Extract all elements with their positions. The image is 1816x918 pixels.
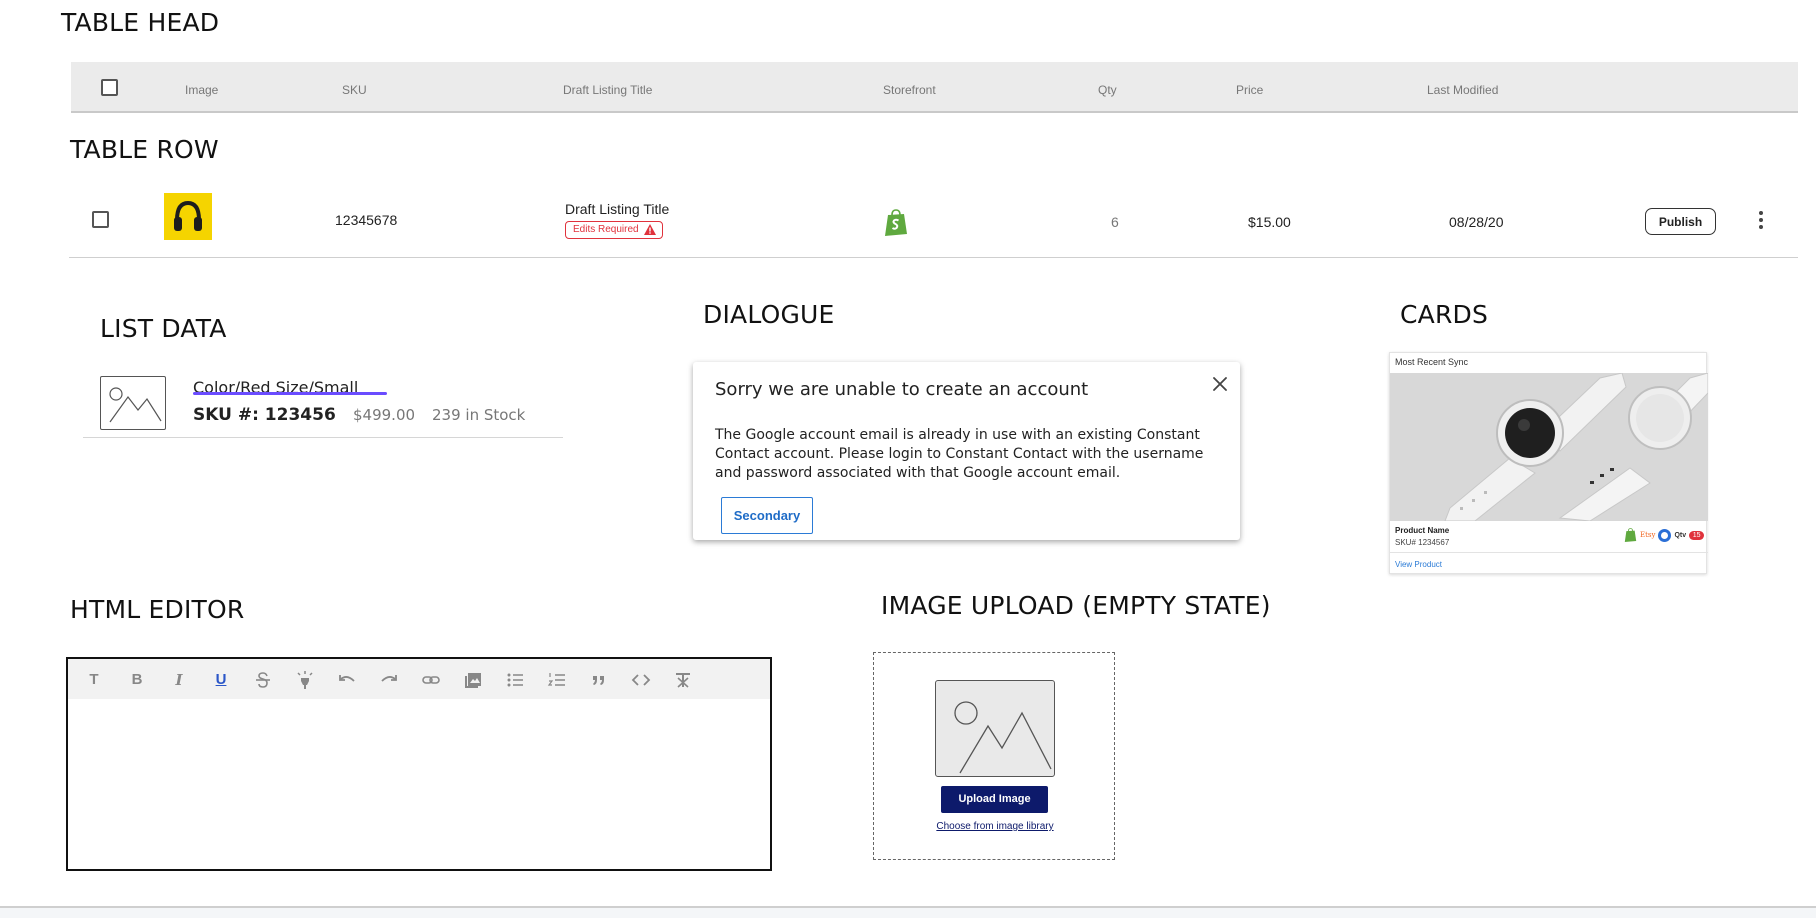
editor-toolbar: T B I U — [68, 659, 770, 699]
table-row[interactable]: 12345678 Draft Listing Title Edits Requi… — [69, 180, 1798, 258]
image-icon[interactable] — [463, 670, 483, 690]
section-title-cards: CARDS — [1400, 300, 1489, 329]
column-header-storefront[interactable]: Storefront — [883, 83, 936, 97]
row-draft-title[interactable]: Draft Listing Title — [565, 201, 669, 217]
more-vertical-icon[interactable] — [1757, 211, 1765, 231]
headphones-thumbnail — [164, 193, 212, 240]
close-icon[interactable] — [1210, 374, 1230, 394]
text-icon[interactable]: T — [84, 670, 104, 690]
bold-icon[interactable]: B — [127, 670, 147, 690]
card-sku: SKU# 1234567 — [1395, 538, 1450, 547]
image-placeholder-icon — [935, 680, 1055, 777]
html-editor: T B I U — [66, 657, 772, 871]
table-head: Image SKU Draft Listing Title Storefront… — [71, 62, 1798, 113]
card-product-name: Product Name — [1395, 526, 1450, 535]
edits-required-label: Edits Required — [573, 224, 639, 235]
strikethrough-icon[interactable] — [253, 670, 273, 690]
underline-icon[interactable]: U — [211, 670, 231, 690]
italic-icon[interactable]: I — [169, 670, 189, 690]
select-all-checkbox[interactable] — [101, 79, 118, 96]
code-icon[interactable] — [631, 670, 651, 690]
column-header-last-modified[interactable]: Last Modified — [1427, 83, 1498, 97]
channel-count-badge: 15 — [1689, 530, 1705, 540]
shopify-icon — [1624, 528, 1637, 542]
row-price: $15.00 — [1248, 214, 1291, 230]
row-last-modified: 08/28/20 — [1449, 214, 1504, 230]
row-qty: 6 — [1111, 214, 1119, 230]
list-item[interactable]: Color/Red Size/Small SKU #: 123456 $499.… — [83, 372, 563, 438]
page-footer-strip — [0, 908, 1816, 918]
image-placeholder-icon — [100, 376, 166, 430]
section-title-html-editor: HTML EDITOR — [70, 595, 245, 624]
publish-button[interactable]: Publish — [1645, 208, 1716, 235]
column-header-title[interactable]: Draft Listing Title — [563, 83, 652, 97]
column-header-price[interactable]: Price — [1236, 83, 1263, 97]
numbered-list-icon[interactable] — [547, 670, 567, 690]
bullet-list-icon[interactable] — [505, 670, 525, 690]
list-sku: SKU #: 123456 — [193, 405, 336, 425]
section-title-table-head: TABLE HEAD — [61, 8, 220, 37]
undo-icon[interactable] — [337, 670, 357, 690]
section-title-list-data: LIST DATA — [100, 314, 227, 343]
quote-icon[interactable] — [589, 670, 609, 690]
highlight-icon[interactable] — [295, 670, 315, 690]
list-stock: 239 in Stock — [432, 406, 526, 424]
product-image — [1390, 373, 1708, 521]
dialog-body: The Google account email is already in u… — [715, 427, 1204, 481]
card-sync-label: Most Recent Sync — [1395, 357, 1469, 367]
upload-image-button[interactable]: Upload Image — [941, 786, 1048, 813]
redo-icon[interactable] — [379, 670, 399, 690]
choose-from-library-link[interactable]: Choose from image library — [874, 821, 1116, 832]
section-title-image-upload: IMAGE UPLOAD (EMPTY STATE) — [881, 591, 1271, 620]
card-divider — [1390, 552, 1708, 553]
image-upload-dropzone[interactable]: Upload Image Choose from image library — [873, 652, 1115, 860]
clear-format-icon[interactable] — [673, 670, 693, 690]
google-ring-icon — [1658, 528, 1672, 542]
view-product-link[interactable]: View Product — [1395, 560, 1442, 569]
column-header-image[interactable]: Image — [185, 83, 218, 97]
product-card[interactable]: Most Recent Sync Product Name SKU# 12345… — [1389, 352, 1708, 574]
section-title-table-row: TABLE ROW — [70, 135, 219, 164]
column-header-sku[interactable]: SKU — [342, 83, 367, 97]
link-icon[interactable] — [421, 670, 441, 690]
qtv-icon: Qtv — [1674, 531, 1687, 539]
shopify-icon — [884, 209, 908, 236]
etsy-icon: Etsy — [1640, 531, 1656, 539]
row-checkbox[interactable] — [92, 211, 109, 228]
dialog: Sorry we are unable to create an account… — [693, 362, 1240, 540]
section-title-dialogue: DIALOGUE — [703, 300, 835, 329]
warning-icon — [644, 224, 656, 235]
editor-content-area[interactable] — [68, 699, 770, 869]
list-price: $499.00 — [353, 406, 416, 424]
dialog-title: Sorry we are unable to create an account — [715, 379, 1089, 400]
edits-required-badge: Edits Required — [565, 221, 663, 239]
column-header-qty[interactable]: Qty — [1098, 83, 1117, 97]
card-channel-icons: Etsy Qtv 15 — [1624, 528, 1705, 542]
row-sku: 12345678 — [335, 212, 398, 228]
variant-underline — [193, 392, 387, 395]
secondary-button[interactable]: Secondary — [721, 497, 813, 534]
